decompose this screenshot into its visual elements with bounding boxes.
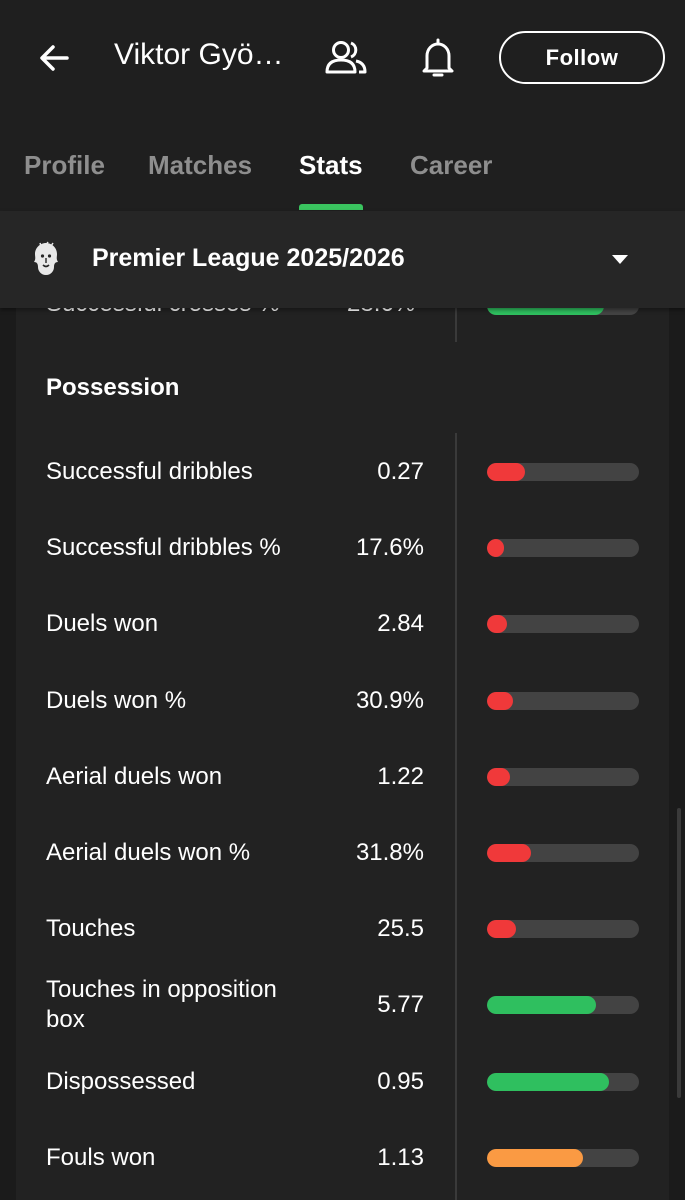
league-selector[interactable]: Premier League 2025/2026 <box>0 211 685 308</box>
stat-bar <box>487 1072 639 1091</box>
tab-stats[interactable]: Stats <box>299 150 363 181</box>
stat-bar <box>487 615 639 634</box>
tab-career[interactable]: Career <box>410 150 492 181</box>
stat-bar <box>487 996 639 1015</box>
stat-value: 2.84 <box>377 610 424 638</box>
stat-bar <box>487 691 639 710</box>
stat-value: 25.5 <box>377 915 424 943</box>
scrollbar[interactable] <box>677 808 681 1098</box>
stats-card <box>16 296 669 1200</box>
stat-label: Aerial duels won <box>46 762 223 790</box>
caret-down-icon[interactable] <box>612 255 628 264</box>
stat-label: Touches <box>46 915 136 943</box>
player-name-title: Viktor Gyö… <box>114 38 284 71</box>
stat-bar <box>487 920 639 939</box>
stat-label: Touches in opposition box <box>46 976 277 1034</box>
stat-bar-fill <box>487 691 513 710</box>
stat-value: 31.8% <box>355 839 424 866</box>
stat-bar <box>487 767 639 786</box>
stat-value: 0.27 <box>377 458 424 485</box>
tab-profile[interactable]: Profile <box>24 150 105 181</box>
stat-label: Duels won % <box>46 686 187 714</box>
active-tab-indicator <box>299 204 363 210</box>
stat-label: Fouls won <box>46 1143 156 1171</box>
premier-league-lion-icon <box>34 241 58 275</box>
bell-icon[interactable] <box>418 36 458 80</box>
stat-bar-fill <box>487 767 510 786</box>
stat-bar-fill <box>487 463 525 481</box>
stat-label: Aerial duels won % <box>46 839 251 866</box>
stat-value: 1.13 <box>377 1143 424 1171</box>
divider-line <box>455 433 457 1200</box>
tab-bar: Profile Matches Stats Career <box>0 116 685 211</box>
stat-bar <box>487 1148 639 1167</box>
stat-value: 17.6% <box>355 534 424 562</box>
stat-value: 1.22 <box>377 762 424 790</box>
league-name: Premier League 2025/2026 <box>92 244 405 272</box>
stat-label: Dispossessed <box>46 1067 196 1095</box>
stat-label: Successful dribbles <box>46 458 253 485</box>
stat-value: 5.77 <box>377 991 424 1019</box>
stat-bar <box>487 539 639 558</box>
stat-value: 0.95 <box>377 1067 424 1095</box>
top-bar: Viktor Gyö… Follow <box>0 0 685 116</box>
stat-bar-fill <box>487 539 504 558</box>
stat-bar-fill <box>487 615 507 634</box>
section-title: Possession <box>46 374 180 401</box>
stat-bar-fill <box>487 996 597 1015</box>
stat-label: Duels won <box>46 610 159 638</box>
stat-label: Successful dribbles % <box>46 534 281 562</box>
stat-bar-fill <box>487 1148 583 1167</box>
people-icon[interactable] <box>323 38 369 78</box>
arrow-left-icon[interactable] <box>34 38 74 78</box>
stat-bar <box>487 844 639 862</box>
tab-matches[interactable]: Matches <box>148 150 252 181</box>
stat-bar-fill <box>487 844 532 862</box>
stat-bar-fill <box>487 920 516 939</box>
stat-bar <box>487 463 639 481</box>
stat-bar-fill <box>487 1072 609 1091</box>
stat-value: 30.9% <box>355 686 424 714</box>
follow-button[interactable]: Follow <box>499 31 665 84</box>
